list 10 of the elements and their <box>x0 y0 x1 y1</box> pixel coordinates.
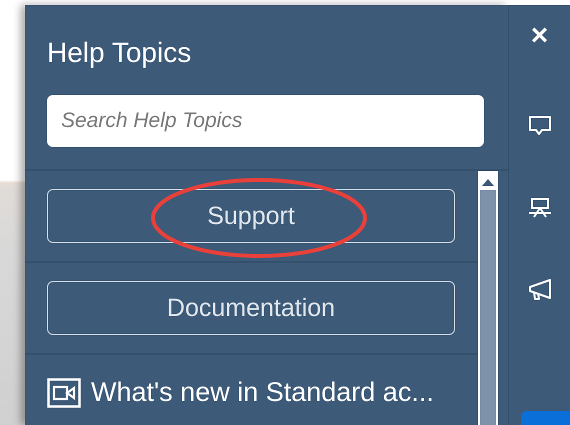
scroll-up-icon[interactable] <box>482 178 494 186</box>
search-field[interactable]: Search Help Topics <box>47 95 484 147</box>
topic-link[interactable]: What's new in Standard ac... <box>91 377 434 408</box>
topic-button[interactable]: Support <box>47 189 455 243</box>
megaphone-icon[interactable] <box>526 277 552 303</box>
close-button[interactable]: × <box>530 19 548 53</box>
scrollbar[interactable] <box>478 171 498 425</box>
topic-button[interactable]: Documentation <box>47 281 455 335</box>
panel-title: Help Topics <box>47 36 192 70</box>
video-icon <box>47 378 81 408</box>
